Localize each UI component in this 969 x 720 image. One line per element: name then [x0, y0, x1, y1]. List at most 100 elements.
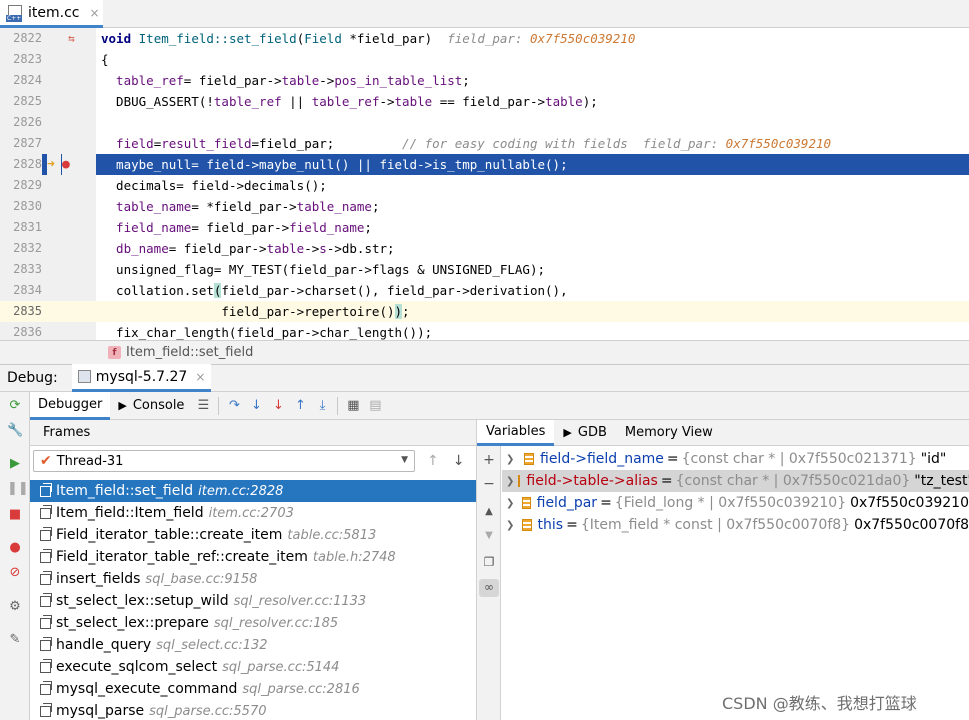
move-down-icon[interactable]: ▼: [481, 528, 497, 544]
force-step-into-icon[interactable]: ↓: [267, 395, 289, 417]
tab-variables[interactable]: Variables: [477, 419, 555, 446]
variable-row[interactable]: ❯ field_par = {Field_long * | 0x7f550c03921…: [502, 492, 969, 514]
chevron-right-icon[interactable]: ❯: [506, 520, 518, 531]
debug-session-tab[interactable]: mysql-5.7.27 ×: [71, 364, 212, 392]
code-text: maybe_null= field->maybe_null() || field…: [101, 154, 568, 175]
stack-frame[interactable]: st_select_lex::setup_wild sql_resolver.cc…: [30, 590, 476, 612]
mute-breakpoints-icon[interactable]: ⊘: [7, 565, 23, 581]
frame-function: handle_query: [56, 637, 152, 653]
line-number: 2835: [13, 304, 42, 318]
code-line[interactable]: 2829 decimals= field->decimals();: [0, 175, 969, 196]
stop-icon[interactable]: ■: [7, 507, 23, 523]
frame-icon: [40, 658, 52, 673]
glasses-icon[interactable]: ∞: [479, 579, 499, 597]
toolbar-separator: [337, 396, 339, 415]
thread-select[interactable]: ✔ Thread-31 ▼: [33, 450, 415, 472]
frame-location: sql_select.cc:132: [156, 637, 268, 653]
code-token: ->: [379, 94, 395, 109]
line-number: 2834: [13, 283, 42, 297]
code-token: table: [394, 94, 433, 109]
move-up-icon[interactable]: ▲: [481, 504, 497, 520]
run-to-cursor-icon[interactable]: ⤓: [311, 395, 333, 417]
tab-debugger[interactable]: Debugger: [30, 391, 111, 420]
stack-frame[interactable]: Field_iterator_table_ref::create_item tab…: [30, 546, 476, 568]
code-line[interactable]: 2832 db_name= field_par->table->s->db.st…: [0, 238, 969, 259]
variable-row[interactable]: ❯ this = {Item_field * const | 0x7f550c0070…: [502, 514, 969, 536]
variable-row[interactable]: ❯ field->table->alias = {const char * | 0x7…: [502, 470, 969, 492]
editor-tab-bar: item.cc ×: [0, 0, 969, 28]
stack-frame[interactable]: insert_fields sql_base.cc:9158: [30, 568, 476, 590]
frame-function: Field_iterator_table::create_item: [56, 527, 283, 543]
tab-memory-view[interactable]: Memory View: [616, 420, 722, 446]
trace-icon[interactable]: ▤: [364, 395, 386, 417]
code-line[interactable]: 2828 ➜ ● maybe_null= field->maybe_null() |…: [0, 154, 969, 175]
rerun-icon[interactable]: ⟳: [7, 398, 23, 414]
code-line[interactable]: 2827 field=result_field=field_par; // fo…: [0, 133, 969, 154]
variable-type: {const char * | 0x7f550c021371}: [681, 451, 917, 467]
breadcrumb-function[interactable]: Item_field::set_field: [126, 345, 253, 360]
settings-wrench-icon[interactable]: 🔧: [7, 423, 23, 439]
breadcrumb[interactable]: f Item_field::set_field: [0, 340, 969, 364]
debug-tool-window-header: Debug: mysql-5.7.27 ×: [0, 364, 969, 392]
arrow-down-icon[interactable]: ↓: [453, 453, 465, 469]
code-line[interactable]: 2826: [0, 112, 969, 133]
chevron-right-icon[interactable]: ❯: [506, 498, 518, 509]
stack-frame[interactable]: execute_sqlcom_select sql_parse.cc:5144: [30, 656, 476, 678]
code-token: field_par->charset(), field_par->derivat…: [221, 283, 568, 298]
stack-frame[interactable]: st_select_lex::prepare sql_resolver.cc:18…: [30, 612, 476, 634]
stack-frame[interactable]: Item_field::Item_field item.cc:2703: [30, 502, 476, 524]
equals-sign: =: [566, 517, 578, 533]
code-token: ): [394, 304, 403, 319]
copy-icon[interactable]: ❐: [481, 554, 497, 570]
tab-gdb[interactable]: ▶ GDB: [554, 420, 615, 446]
stack-frame[interactable]: mysql_parse sql_parse.cc:5570: [30, 700, 476, 720]
variable-type: {const char * | 0x7f550c021da0}: [675, 473, 911, 489]
pin-icon[interactable]: ✎: [7, 632, 23, 648]
code-token: ->: [304, 241, 320, 256]
step-out-icon[interactable]: ↑: [289, 395, 311, 417]
view-breakpoints-icon[interactable]: ●: [7, 540, 23, 556]
code-token: == field_par->: [432, 94, 546, 109]
close-icon[interactable]: ×: [195, 370, 205, 384]
remove-watch-icon[interactable]: −: [481, 476, 497, 492]
code-editor[interactable]: 2822 ⇆ void Item_field::set_field(Field *f…: [0, 28, 969, 340]
close-icon[interactable]: ×: [89, 6, 99, 20]
code-line[interactable]: 2822 ⇆ void Item_field::set_field(Field *f…: [0, 28, 969, 49]
evaluate-expression-icon[interactable]: ▦: [342, 395, 364, 417]
variable-name: field->table->alias: [526, 473, 658, 489]
code-token: =field_par;: [251, 136, 403, 151]
step-into-icon[interactable]: ↓: [245, 395, 267, 417]
chevron-right-icon[interactable]: ❯: [506, 476, 514, 487]
code-line[interactable]: 2835 field_par->repertoire());: [0, 301, 969, 322]
stack-frame[interactable]: mysql_execute_command sql_parse.cc:2816: [30, 678, 476, 700]
variable-row[interactable]: ❯ field->field_name = {const char * | 0x7f5…: [502, 448, 969, 470]
gear-icon[interactable]: ⚙: [7, 599, 23, 615]
stack-frame[interactable]: handle_query sql_select.cc:132: [30, 634, 476, 656]
code-line[interactable]: 2836 fix_char_length(field_par->char_len…: [0, 322, 969, 340]
variable-value: "id": [920, 451, 947, 467]
code-line[interactable]: 2825 DBUG_ASSERT(!table_ref || table_ref…: [0, 91, 969, 112]
chevron-right-icon[interactable]: ❯: [506, 454, 520, 465]
tab-console[interactable]: ▶ Console: [110, 392, 192, 420]
resume-icon[interactable]: ▶: [7, 456, 23, 472]
code-text: field_name= field_par->field_name;: [101, 217, 372, 238]
stack-frame[interactable]: Field_iterator_table::create_item table.c…: [30, 524, 476, 546]
code-line[interactable]: 2834 collation.set(field_par->charset(),…: [0, 280, 969, 301]
override-icon[interactable]: ⇆: [68, 28, 82, 49]
code-text: field_par->repertoire());: [101, 301, 410, 322]
layout-menu-icon[interactable]: ☰: [192, 395, 214, 417]
step-over-icon[interactable]: ↷: [223, 395, 245, 417]
code-line[interactable]: 2824 table_ref= field_par->table->pos_in…: [0, 70, 969, 91]
code-line[interactable]: 2830 table_name= *field_par->table_name;: [0, 196, 969, 217]
breakpoint-icon[interactable]: ●: [62, 154, 96, 175]
pause-icon[interactable]: ❚❚: [7, 481, 29, 497]
add-watch-icon[interactable]: +: [481, 452, 497, 468]
editor-tab-item-cc[interactable]: item.cc ×: [0, 0, 103, 28]
stack-frame[interactable]: Item_field::set_field item.cc:2828: [30, 480, 476, 502]
code-line[interactable]: 2831 field_name= field_par->field_name;: [0, 217, 969, 238]
code-line[interactable]: 2833 unsigned_flag= MY_TEST(field_par->f…: [0, 259, 969, 280]
code-token: table_name: [101, 199, 192, 214]
arrow-up-icon[interactable]: ↑: [427, 453, 439, 469]
frames-header: Frames: [30, 420, 476, 446]
code-line[interactable]: 2823 {: [0, 49, 969, 70]
